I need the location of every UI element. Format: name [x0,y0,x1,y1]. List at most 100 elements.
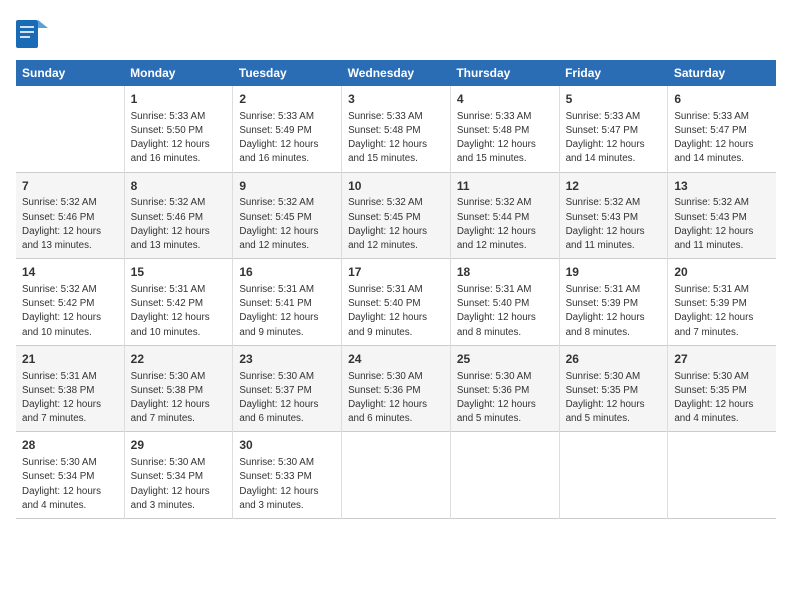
day-cell [342,432,451,519]
day-cell: 24 Sunrise: 5:30 AM Sunset: 5:36 PM Dayli… [342,345,451,432]
day-number: 7 [22,178,118,195]
day-number: 2 [239,91,335,108]
day-number: 14 [22,264,118,281]
header-sunday: Sunday [16,60,124,86]
logo-icon [16,16,48,52]
day-info: Sunrise: 5:33 AM Sunset: 5:49 PM Dayligh… [239,110,335,167]
header-monday: Monday [124,60,233,86]
day-cell: 8Sunrise: 5:32 AM Sunset: 5:46 PM Daylig… [124,172,233,259]
day-info: Sunrise: 5:30 AM Sunset: 5:34 PM Dayligh… [22,456,118,513]
day-cell: 2 Sunrise: 5:33 AM Sunset: 5:49 PM Daylig… [233,86,342,172]
week-row-5: 28 Sunrise: 5:30 AM Sunset: 5:34 PM Dayli… [16,432,776,519]
day-cell: 3 Sunrise: 5:33 AM Sunset: 5:48 PM Daylig… [342,86,451,172]
day-cell: 20 Sunrise: 5:31 AM Sunset: 5:39 PM Dayli… [668,259,776,346]
day-number: 4 [457,91,553,108]
day-info: Sunrise: 5:33 AM Sunset: 5:47 PM Dayligh… [566,110,662,167]
day-number: 26 [566,351,662,368]
day-info: Sunrise: 5:32 AM Sunset: 5:45 PM Dayligh… [239,196,335,253]
day-cell: 12Sunrise: 5:32 AM Sunset: 5:43 PM Dayli… [559,172,668,259]
day-cell: 6Sunrise: 5:33 AM Sunset: 5:47 PM Daylig… [668,86,776,172]
day-info: Sunrise: 5:30 AM Sunset: 5:36 PM Dayligh… [348,370,444,427]
day-info: Sunrise: 5:31 AM Sunset: 5:41 PM Dayligh… [239,283,335,340]
day-cell: 1 Sunrise: 5:33 AM Sunset: 5:50 PM Daylig… [124,86,233,172]
day-cell: 7Sunrise: 5:32 AM Sunset: 5:46 PM Daylig… [16,172,124,259]
day-cell: 23 Sunrise: 5:30 AM Sunset: 5:37 PM Dayli… [233,345,342,432]
day-cell: 11Sunrise: 5:32 AM Sunset: 5:44 PM Dayli… [450,172,559,259]
day-cell [668,432,776,519]
day-info: Sunrise: 5:32 AM Sunset: 5:46 PM Dayligh… [131,196,227,253]
day-info: Sunrise: 5:31 AM Sunset: 5:38 PM Dayligh… [22,370,118,427]
day-info: Sunrise: 5:30 AM Sunset: 5:36 PM Dayligh… [457,370,553,427]
day-cell: 28 Sunrise: 5:30 AM Sunset: 5:34 PM Dayli… [16,432,124,519]
day-info: Sunrise: 5:30 AM Sunset: 5:37 PM Dayligh… [239,370,335,427]
day-cell: 19 Sunrise: 5:31 AM Sunset: 5:39 PM Dayli… [559,259,668,346]
day-info: Sunrise: 5:33 AM Sunset: 5:48 PM Dayligh… [457,110,553,167]
day-number: 22 [131,351,227,368]
day-number: 9 [239,178,335,195]
day-info: Sunrise: 5:31 AM Sunset: 5:39 PM Dayligh… [674,283,770,340]
logo [16,16,52,52]
day-number: 13 [674,178,770,195]
day-info: Sunrise: 5:30 AM Sunset: 5:34 PM Dayligh… [131,456,227,513]
day-cell [559,432,668,519]
day-cell: 16Sunrise: 5:31 AM Sunset: 5:41 PM Dayli… [233,259,342,346]
day-number: 25 [457,351,553,368]
day-cell: 10Sunrise: 5:32 AM Sunset: 5:45 PM Dayli… [342,172,451,259]
day-info: Sunrise: 5:31 AM Sunset: 5:40 PM Dayligh… [457,283,553,340]
day-cell: 18 Sunrise: 5:31 AM Sunset: 5:40 PM Dayli… [450,259,559,346]
day-number: 28 [22,437,118,454]
day-cell: 14 Sunrise: 5:32 AM Sunset: 5:42 PM Dayli… [16,259,124,346]
day-number: 29 [131,437,227,454]
day-number: 23 [239,351,335,368]
day-info: Sunrise: 5:33 AM Sunset: 5:48 PM Dayligh… [348,110,444,167]
day-info: Sunrise: 5:31 AM Sunset: 5:40 PM Dayligh… [348,283,444,340]
page-header [16,16,776,52]
day-cell: 27Sunrise: 5:30 AM Sunset: 5:35 PM Dayli… [668,345,776,432]
day-cell: 13Sunrise: 5:32 AM Sunset: 5:43 PM Dayli… [668,172,776,259]
header-row: SundayMondayTuesdayWednesdayThursdayFrid… [16,60,776,86]
day-number: 17 [348,264,444,281]
day-cell: 25 Sunrise: 5:30 AM Sunset: 5:36 PM Dayli… [450,345,559,432]
header-wednesday: Wednesday [342,60,451,86]
week-row-1: 1 Sunrise: 5:33 AM Sunset: 5:50 PM Daylig… [16,86,776,172]
day-info: Sunrise: 5:31 AM Sunset: 5:39 PM Dayligh… [566,283,662,340]
day-number: 20 [674,264,770,281]
day-info: Sunrise: 5:32 AM Sunset: 5:44 PM Dayligh… [457,196,553,253]
day-info: Sunrise: 5:31 AM Sunset: 5:42 PM Dayligh… [131,283,227,340]
day-info: Sunrise: 5:30 AM Sunset: 5:38 PM Dayligh… [131,370,227,427]
day-number: 24 [348,351,444,368]
day-number: 12 [566,178,662,195]
day-number: 5 [566,91,662,108]
day-cell [450,432,559,519]
day-number: 1 [131,91,227,108]
day-cell: 21Sunrise: 5:31 AM Sunset: 5:38 PM Dayli… [16,345,124,432]
day-cell: 15 Sunrise: 5:31 AM Sunset: 5:42 PM Dayli… [124,259,233,346]
week-row-4: 21Sunrise: 5:31 AM Sunset: 5:38 PM Dayli… [16,345,776,432]
day-info: Sunrise: 5:32 AM Sunset: 5:43 PM Dayligh… [674,196,770,253]
day-number: 8 [131,178,227,195]
day-number: 19 [566,264,662,281]
day-number: 15 [131,264,227,281]
day-info: Sunrise: 5:33 AM Sunset: 5:50 PM Dayligh… [131,110,227,167]
day-number: 30 [239,437,335,454]
day-cell: 22 Sunrise: 5:30 AM Sunset: 5:38 PM Dayli… [124,345,233,432]
calendar-table: SundayMondayTuesdayWednesdayThursdayFrid… [16,60,776,519]
week-row-3: 14 Sunrise: 5:32 AM Sunset: 5:42 PM Dayli… [16,259,776,346]
day-number: 18 [457,264,553,281]
day-info: Sunrise: 5:32 AM Sunset: 5:45 PM Dayligh… [348,196,444,253]
day-info: Sunrise: 5:32 AM Sunset: 5:43 PM Dayligh… [566,196,662,253]
header-friday: Friday [559,60,668,86]
day-number: 27 [674,351,770,368]
day-number: 3 [348,91,444,108]
day-info: Sunrise: 5:30 AM Sunset: 5:33 PM Dayligh… [239,456,335,513]
day-cell: 26Sunrise: 5:30 AM Sunset: 5:35 PM Dayli… [559,345,668,432]
week-row-2: 7 Sunrise: 5:32 AM Sunset: 5:46 PM Daylig… [16,172,776,259]
day-cell [16,86,124,172]
day-info: Sunrise: 5:32 AM Sunset: 5:42 PM Dayligh… [22,283,118,340]
header-saturday: Saturday [668,60,776,86]
day-info: Sunrise: 5:33 AM Sunset: 5:47 PM Dayligh… [674,110,770,167]
header-thursday: Thursday [450,60,559,86]
header-tuesday: Tuesday [233,60,342,86]
day-cell: 9Sunrise: 5:32 AM Sunset: 5:45 PM Daylig… [233,172,342,259]
day-number: 11 [457,178,553,195]
